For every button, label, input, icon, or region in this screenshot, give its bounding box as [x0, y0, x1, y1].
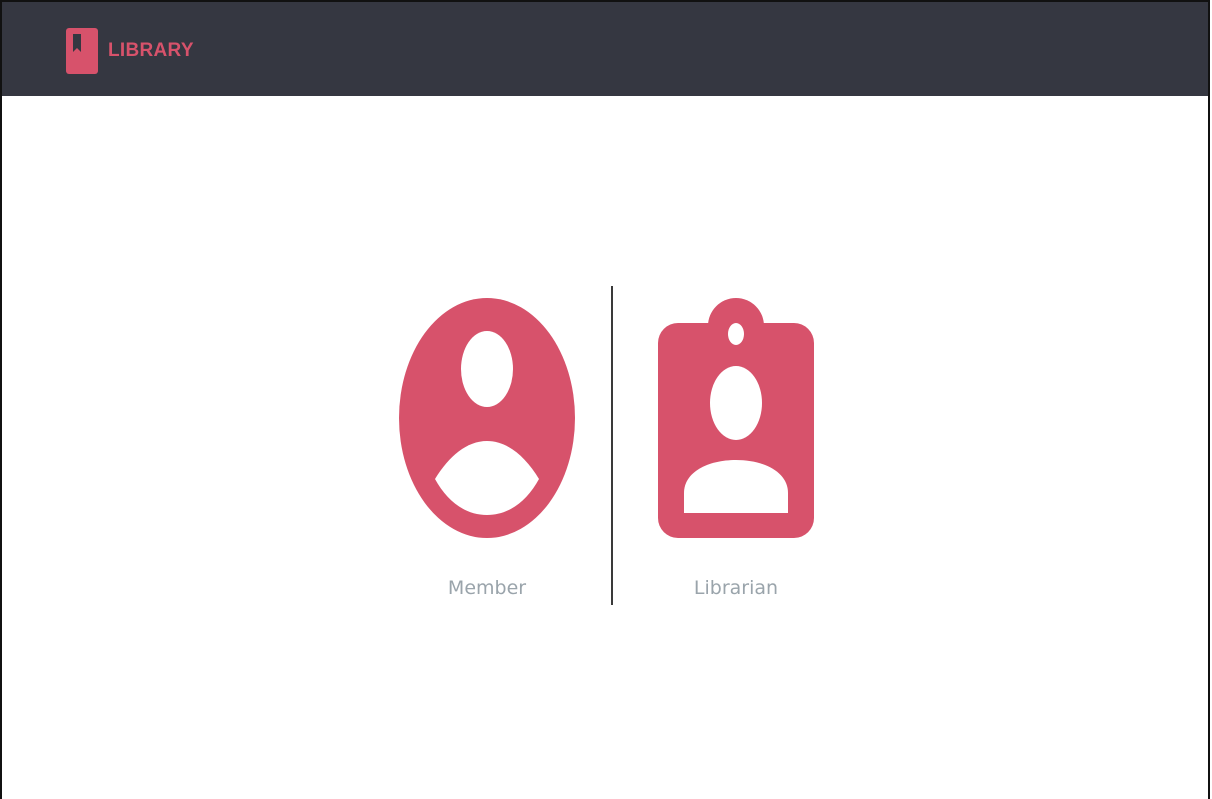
member-option[interactable]: Member: [377, 288, 597, 608]
top-navbar: LIBRARY: [2, 2, 1208, 96]
librarian-option[interactable]: Librarian: [626, 288, 846, 608]
librarian-label: Librarian: [693, 577, 779, 599]
user-avatar-icon: [399, 298, 575, 538]
role-divider: [611, 286, 613, 605]
brand-link[interactable]: LIBRARY: [66, 28, 194, 74]
id-badge-icon: [658, 298, 814, 538]
brand-name: LIBRARY: [108, 40, 194, 61]
member-label: Member: [447, 577, 527, 599]
bookmark-book-icon: [66, 28, 98, 74]
app-window: LIBRARY Member Librarian: [0, 0, 1210, 799]
